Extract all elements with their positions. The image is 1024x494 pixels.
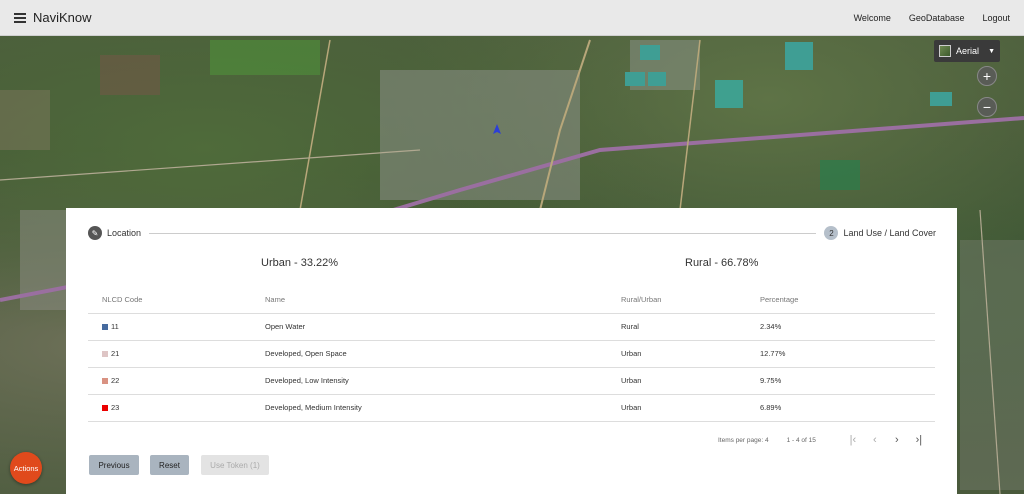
- basemap-layer-select[interactable]: Aerial ▼: [934, 40, 1000, 62]
- color-swatch: [102, 324, 108, 331]
- land-cover-name: Open Water: [265, 313, 621, 341]
- step-land-use-label: Land Use / Land Cover: [843, 228, 936, 238]
- land-cover-name: Developed, Low Intensity: [265, 367, 621, 395]
- color-swatch: [102, 405, 108, 412]
- use-token-button[interactable]: Use Token (1): [201, 455, 269, 475]
- table-row: 21 Developed, Open Space Urban 12.77%: [88, 340, 935, 368]
- stepper-divider: [149, 232, 817, 234]
- top-navbar: NaviKnow Welcome GeoDatabase Logout: [0, 0, 1024, 36]
- header-nlcd-code[interactable]: NLCD Code: [88, 286, 265, 314]
- app-brand[interactable]: NaviKnow: [33, 10, 92, 25]
- last-page-icon[interactable]: ›|: [908, 434, 930, 446]
- first-page-icon[interactable]: |‹: [842, 434, 864, 446]
- rural-urban-value: Urban: [621, 394, 760, 422]
- zoom-out-button[interactable]: −: [977, 97, 997, 117]
- items-per-page-label[interactable]: Items per page: 4: [718, 437, 769, 444]
- header-name[interactable]: Name: [265, 286, 621, 314]
- zoom-in-button[interactable]: +: [977, 66, 997, 86]
- land-use-panel: ✎ Location 2 Land Use / Land Cover Urban…: [66, 208, 957, 494]
- prev-page-icon[interactable]: ‹: [864, 434, 886, 446]
- paginator: Items per page: 4 1 - 4 of 15 |‹ ‹ › ›|: [718, 434, 930, 446]
- rural-summary: Rural - 66.78%: [685, 257, 759, 269]
- nlcd-code: 11: [111, 322, 119, 331]
- table-row: 23 Developed, Medium Intensity Urban 6.8…: [88, 394, 935, 422]
- step-location-label[interactable]: Location: [107, 228, 141, 238]
- nav-welcome-link[interactable]: Welcome: [854, 13, 891, 23]
- pencil-icon[interactable]: ✎: [88, 226, 102, 240]
- table-header-row: NLCD Code Name Rural/Urban Percentage: [88, 286, 935, 314]
- table-row: 11 Open Water Rural 2.34%: [88, 313, 935, 341]
- nav-logout-link[interactable]: Logout: [982, 13, 1010, 23]
- basemap-layer-label: Aerial: [956, 46, 980, 56]
- rural-urban-value: Urban: [621, 340, 760, 368]
- nlcd-table: NLCD Code Name Rural/Urban Percentage 11…: [88, 286, 935, 422]
- actions-button[interactable]: Actions: [10, 452, 42, 484]
- header-rural-urban[interactable]: Rural/Urban: [621, 286, 760, 314]
- urban-summary: Urban - 33.22%: [261, 257, 339, 269]
- table-row: 22 Developed, Low Intensity Urban 9.75%: [88, 367, 935, 395]
- nlcd-code: 21: [111, 349, 120, 358]
- stepper: ✎ Location 2 Land Use / Land Cover: [88, 225, 936, 241]
- previous-button[interactable]: Previous: [89, 455, 139, 475]
- rural-urban-value: Urban: [621, 367, 760, 395]
- percentage-value: 9.75%: [760, 367, 935, 395]
- next-page-icon[interactable]: ›: [886, 434, 908, 446]
- reset-button[interactable]: Reset: [150, 455, 189, 475]
- step-number-badge: 2: [824, 226, 839, 240]
- aerial-thumbnail-icon: [939, 45, 951, 57]
- color-swatch: [102, 378, 108, 385]
- rural-urban-value: Rural: [621, 313, 760, 341]
- header-percentage[interactable]: Percentage: [760, 286, 935, 314]
- page-range-label: 1 - 4 of 15: [786, 436, 816, 444]
- percentage-value: 2.34%: [760, 313, 935, 341]
- percentage-value: 12.77%: [760, 340, 935, 368]
- menu-icon[interactable]: [14, 12, 26, 23]
- nav-links: Welcome GeoDatabase Logout: [854, 13, 1010, 23]
- nlcd-code: 22: [111, 376, 120, 385]
- caret-down-icon: ▼: [988, 47, 995, 55]
- percentage-value: 6.89%: [760, 394, 935, 422]
- land-cover-name: Developed, Open Space: [265, 340, 621, 368]
- land-cover-name: Developed, Medium Intensity: [265, 394, 621, 422]
- color-swatch: [102, 351, 108, 358]
- nav-geodatabase-link[interactable]: GeoDatabase: [909, 13, 965, 23]
- nlcd-code: 23: [111, 403, 120, 412]
